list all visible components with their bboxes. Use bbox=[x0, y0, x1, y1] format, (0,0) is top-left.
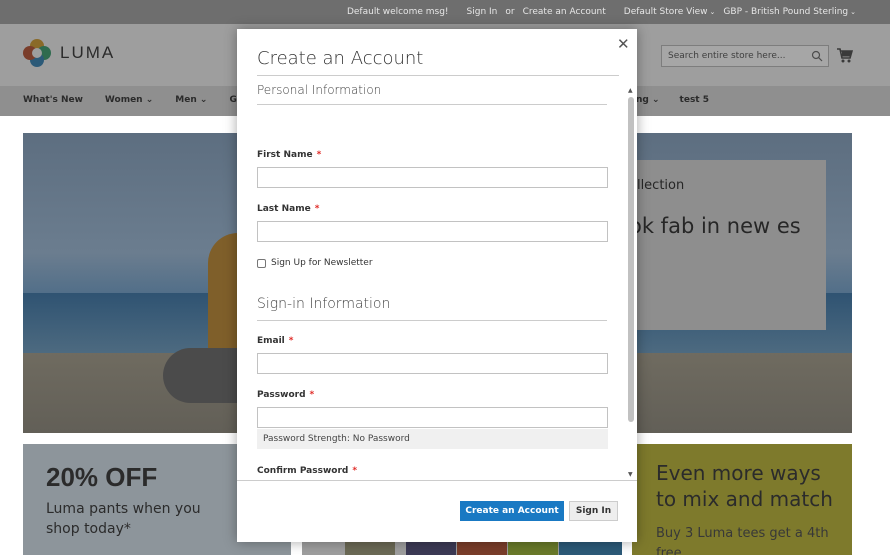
stripe bbox=[457, 541, 507, 555]
required-mark: * bbox=[314, 204, 320, 214]
confirm-password-label: Confirm Password * bbox=[257, 466, 357, 476]
newsletter-checkbox[interactable] bbox=[257, 258, 266, 268]
nav-item-training-label: ng bbox=[636, 95, 649, 105]
personal-info-heading: Personal Information bbox=[257, 83, 382, 97]
confirm-password-label-text: Confirm Password bbox=[257, 466, 349, 476]
sign-in-button[interactable]: Sign In bbox=[569, 501, 618, 521]
scroll-down-icon[interactable]: ▼ bbox=[628, 471, 633, 478]
chevron-down-icon: ⌄ bbox=[199, 95, 208, 105]
luma-logo-icon bbox=[23, 39, 51, 67]
search-icon[interactable] bbox=[811, 50, 823, 62]
search-placeholder: Search entire store here... bbox=[668, 51, 786, 61]
cart-icon[interactable] bbox=[836, 47, 853, 63]
email-field[interactable] bbox=[257, 353, 608, 374]
welcome-message: Default welcome msg! bbox=[346, 7, 449, 17]
scroll-thumb[interactable] bbox=[628, 97, 634, 422]
password-field[interactable] bbox=[257, 407, 608, 428]
divider bbox=[257, 75, 619, 76]
hero-subtitle: ollection bbox=[629, 178, 685, 193]
top-links: Default welcome msg! Sign In or Create a… bbox=[347, 0, 856, 24]
or-text: or bbox=[505, 7, 515, 17]
nav-item-training[interactable]: ng ⌄ bbox=[636, 95, 660, 105]
first-name-label-text: First Name bbox=[257, 150, 313, 160]
stripe bbox=[345, 541, 395, 555]
signin-info-heading: Sign-in Information bbox=[257, 296, 391, 312]
email-label: Email * bbox=[257, 336, 294, 346]
promo-headline: Even more ways to mix and match bbox=[656, 461, 833, 511]
divider bbox=[257, 320, 607, 321]
create-account-link[interactable]: Create an Account bbox=[523, 7, 606, 17]
chevron-down-icon: ⌄ bbox=[652, 95, 660, 105]
first-name-label: First Name * bbox=[257, 150, 321, 160]
nav-item-whats-new[interactable]: What's New bbox=[23, 95, 83, 105]
last-name-field[interactable] bbox=[257, 221, 608, 242]
store-view-switcher[interactable]: Default Store View ⌄ bbox=[624, 7, 716, 17]
required-mark: * bbox=[309, 390, 315, 400]
stripe bbox=[559, 541, 622, 555]
modal-scrollbar[interactable]: ▲ ▼ bbox=[627, 87, 635, 479]
password-strength-meter: Password Strength: No Password bbox=[257, 429, 608, 449]
store-view-label: Default Store View bbox=[623, 7, 708, 17]
nav-item-test5[interactable]: test 5 bbox=[680, 95, 709, 105]
close-icon[interactable]: ✕ bbox=[617, 37, 630, 52]
modal-title: Create an Account bbox=[257, 48, 424, 69]
promo-headline: 20% OFF bbox=[46, 462, 158, 492]
nav-item-women[interactable]: Women ⌄ bbox=[105, 95, 153, 105]
stripe bbox=[508, 541, 558, 555]
chevron-down-icon: ⌄ bbox=[850, 8, 856, 16]
required-mark: * bbox=[288, 336, 294, 346]
chevron-down-icon: ⌄ bbox=[145, 95, 154, 105]
last-name-label-text: Last Name bbox=[257, 204, 311, 214]
divider bbox=[257, 104, 607, 105]
search-input[interactable]: Search entire store here... bbox=[661, 45, 829, 67]
create-account-button[interactable]: Create an Account bbox=[460, 501, 564, 521]
currency-switcher[interactable]: GBP - British Pound Sterling ⌄ bbox=[723, 7, 856, 17]
sign-in-link[interactable]: Sign In bbox=[467, 7, 498, 17]
hero-title: ok fab in new es bbox=[629, 214, 801, 238]
email-label-text: Email bbox=[257, 336, 285, 346]
last-name-label: Last Name * bbox=[257, 204, 319, 214]
nav-item-men[interactable]: Men ⌄ bbox=[175, 95, 207, 105]
scroll-up-icon[interactable]: ▲ bbox=[628, 87, 633, 94]
password-label-text: Password bbox=[257, 390, 306, 400]
hero-panel: ollection ok fab in new es bbox=[621, 160, 826, 330]
newsletter-label: Sign Up for Newsletter bbox=[271, 258, 373, 268]
modal-body: Personal Information First Name * Last Na… bbox=[237, 77, 637, 480]
top-bar: Default welcome msg! Sign In or Create a… bbox=[0, 0, 890, 24]
required-mark: * bbox=[352, 466, 358, 476]
create-account-modal: ✕ Create an Account Personal Information… bbox=[237, 29, 637, 542]
logo[interactable]: LUMA bbox=[22, 38, 115, 68]
nav-item-women-label: Women bbox=[104, 95, 143, 105]
newsletter-row[interactable]: Sign Up for Newsletter bbox=[257, 258, 373, 268]
currency-label: GBP - British Pound Sterling bbox=[723, 7, 849, 17]
divider bbox=[237, 480, 637, 481]
chevron-down-icon: ⌄ bbox=[709, 8, 716, 16]
first-name-field[interactable] bbox=[257, 167, 608, 188]
nav-items-right: ng ⌄ test 5 bbox=[636, 95, 709, 105]
logo-text: LUMA bbox=[60, 43, 116, 62]
stripe bbox=[406, 541, 456, 555]
nav-item-men-label: Men bbox=[175, 95, 197, 105]
promo-subtext: Buy 3 Luma tees get a 4th free bbox=[656, 526, 829, 555]
password-label: Password * bbox=[257, 390, 314, 400]
nav-items: What's New Women ⌄ Men ⌄ Gear bbox=[23, 95, 253, 105]
required-mark: * bbox=[316, 150, 322, 160]
promo-block-tees[interactable]: Even more ways to mix and match Buy 3 Lu… bbox=[632, 444, 852, 555]
promo-subtext: Luma pants when you shop today* bbox=[46, 501, 201, 537]
